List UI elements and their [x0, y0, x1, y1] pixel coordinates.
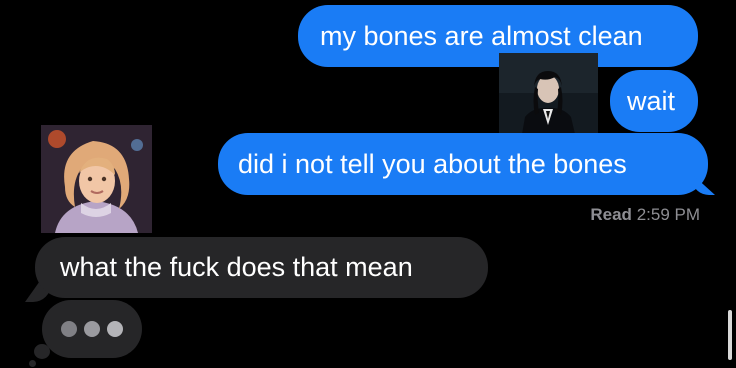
read-status: Read — [590, 205, 632, 224]
typing-indicator — [42, 300, 142, 358]
blonde-person-avatar-icon — [41, 125, 152, 233]
typing-dot — [107, 321, 123, 337]
typing-dot — [84, 321, 100, 337]
message-text: wait — [627, 85, 676, 116]
sent-message-bubble[interactable]: did i not tell you about the bones — [218, 133, 708, 195]
scrollbar[interactable] — [728, 310, 732, 360]
message-text: what the fuck does that mean — [60, 252, 413, 282]
receiver-avatar[interactable] — [41, 125, 152, 233]
sent-message-bubble[interactable]: my bones are almost clean — [298, 5, 698, 67]
message-text: did i not tell you about the bones — [238, 148, 627, 179]
typing-dot — [61, 321, 77, 337]
read-time: 2:59 PM — [636, 205, 700, 224]
received-message-bubble[interactable]: what the fuck does that mean — [35, 237, 488, 298]
sent-message-bubble[interactable]: wait — [610, 70, 698, 132]
read-receipt: Read 2:59 PM — [590, 205, 700, 225]
typing-indicator-tail-dot — [29, 360, 36, 367]
message-text: my bones are almost clean — [320, 20, 643, 51]
